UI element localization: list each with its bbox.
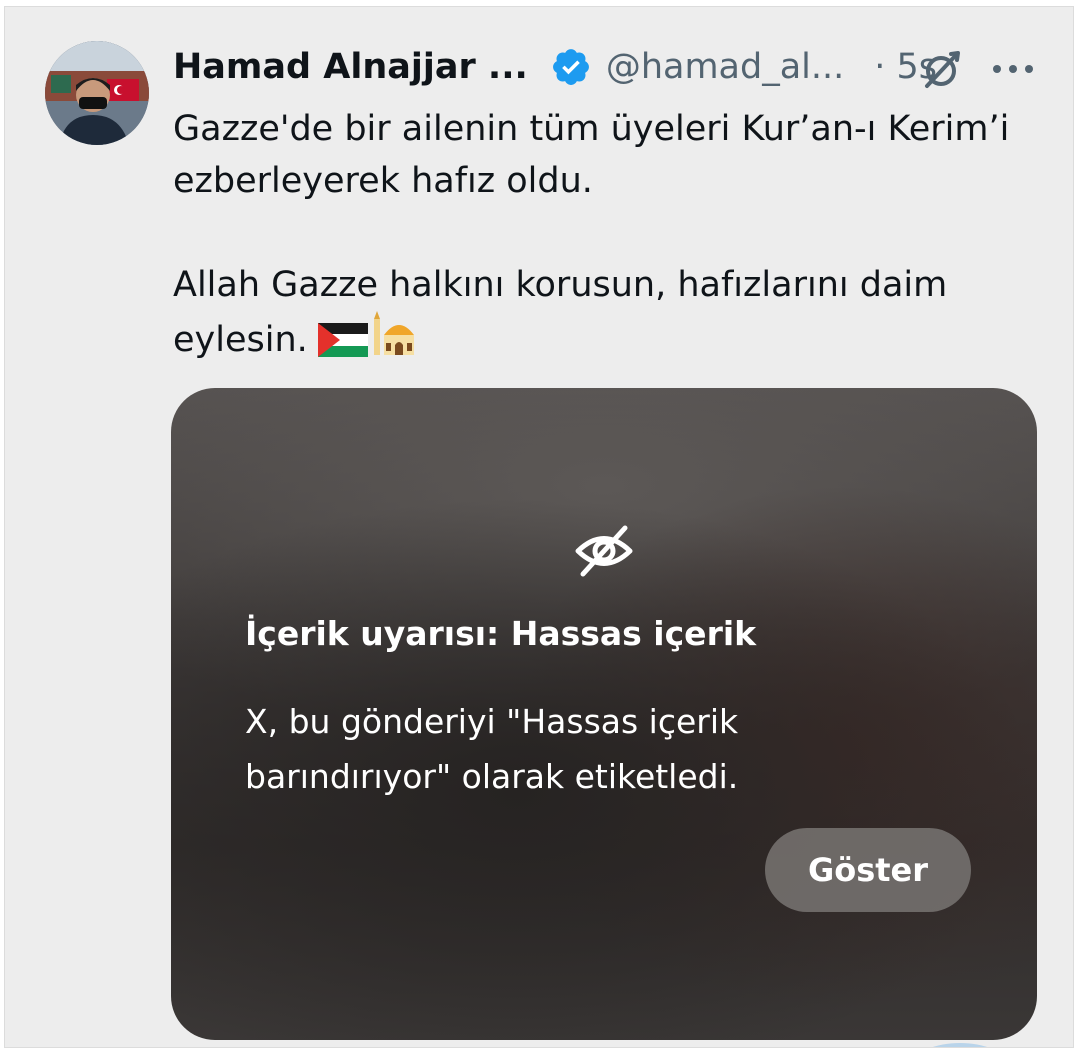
- dot-icon: [993, 65, 1001, 73]
- show-button[interactable]: Göster: [765, 828, 971, 912]
- palestine-flag-emoji: [317, 323, 368, 357]
- dot-icon: [1009, 65, 1017, 73]
- grok-icon[interactable]: [921, 49, 963, 91]
- warning-line: barındırıyor" olarak etiketledi.: [245, 757, 739, 796]
- author-handle[interactable]: @hamad_al...: [606, 47, 844, 87]
- content-warning-description: X, bu gönderiyi "Hassas içerik barındırı…: [245, 694, 885, 804]
- eye-off-icon: [573, 520, 635, 582]
- tweet-text-line-last: eylesin.: [173, 311, 1023, 366]
- more-options-icon[interactable]: [993, 57, 1033, 81]
- tweet-text-line: Allah Gazze halkını korusun, hafızlarını…: [173, 265, 948, 305]
- tweet-text-line: ezberleyerek hafız oldu.: [173, 161, 593, 201]
- verified-badge-icon: [550, 46, 592, 88]
- author-name[interactable]: Hamad Alnajjar ...: [173, 47, 528, 87]
- content-warning-title: İçerik uyarısı: Hassas içerik: [245, 614, 757, 653]
- tweet-header: Hamad Alnajjar ... @hamad_al... · 5s: [173, 41, 937, 93]
- tweet-text-line: eylesin.: [173, 320, 308, 360]
- tweet-text: Gazze'de bir ailenin tüm üyeleri Kur’an-…: [173, 103, 1023, 366]
- emoji-group: [317, 311, 418, 357]
- warning-line: X, bu gönderiyi "Hassas içerik: [245, 702, 739, 741]
- mosque-emoji: [373, 311, 414, 355]
- tweet-text-line: Gazze'de bir ailenin tüm üyeleri Kur’an-…: [173, 109, 1010, 149]
- sensitive-media-card[interactable]: İçerik uyarısı: Hassas içerik X, bu gönd…: [171, 388, 1037, 1040]
- tweet-container[interactable]: Hamad Alnajjar ... @hamad_al... · 5s Gaz…: [4, 6, 1074, 1048]
- partial-element: [915, 1043, 1005, 1047]
- avatar[interactable]: [45, 41, 149, 145]
- dot-icon: [1025, 65, 1033, 73]
